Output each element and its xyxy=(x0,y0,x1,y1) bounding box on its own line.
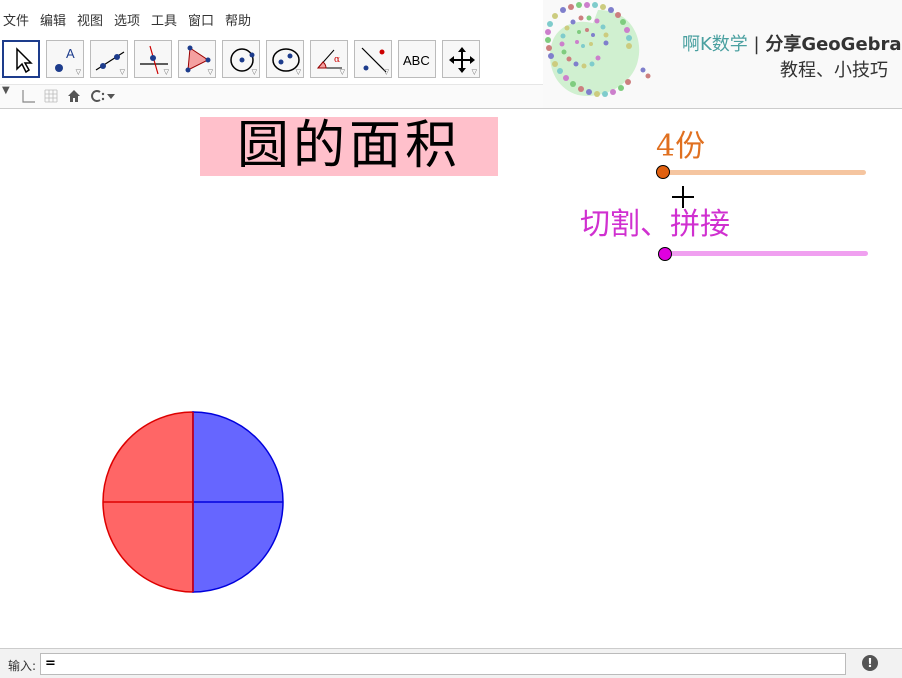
slider-cut-label: 切割、拼接 xyxy=(580,207,730,242)
move-arrow-icon xyxy=(16,47,33,74)
tool-circle[interactable]: ▽ xyxy=(222,40,260,78)
grid-toggle-icon[interactable] xyxy=(43,88,59,107)
menu-window[interactable]: 窗口 xyxy=(188,10,214,29)
slider-cut-thumb[interactable] xyxy=(658,247,672,261)
input-bar: 输入: = ! xyxy=(0,648,902,678)
tool-move-graphics[interactable]: ▽ xyxy=(442,40,480,78)
tool-angle[interactable]: α ▽ xyxy=(310,40,348,78)
dropdown-triangle-icon: ▽ xyxy=(339,68,345,76)
logo-share-text: 分享GeoGebra xyxy=(765,34,902,55)
svg-text:α: α xyxy=(334,55,340,65)
dropdown-triangle-icon: ▽ xyxy=(119,68,125,76)
point-capture-icon[interactable] xyxy=(88,88,118,107)
input-help-icon[interactable]: ! xyxy=(862,655,878,671)
slider-parts-label: 4份 xyxy=(656,129,706,164)
graphics-view[interactable]: 圆的面积 4份 切割、拼接 xyxy=(0,109,902,648)
tool-ellipse[interactable]: ▽ xyxy=(266,40,304,78)
dropdown-triangle-icon: ▽ xyxy=(207,68,213,76)
svg-text:ABC: ABC xyxy=(403,53,430,68)
tool-move[interactable] xyxy=(2,40,40,78)
slider-parts-track[interactable] xyxy=(663,170,866,175)
dropdown-triangle-icon: ▽ xyxy=(251,68,257,76)
input-label: 输入: xyxy=(8,659,37,673)
text-icon: ABC xyxy=(403,53,430,68)
tool-line[interactable]: ▽ xyxy=(90,40,128,78)
spiral-logo-icon xyxy=(545,2,651,97)
dropdown-triangle-icon: ▽ xyxy=(383,68,389,76)
dropdown-triangle-icon: ▽ xyxy=(295,68,301,76)
logo: 啊K数学 | 分享GeoGebra 教程、小技巧 xyxy=(543,0,902,108)
menu-view[interactable]: 视图 xyxy=(77,10,103,29)
algebra-input[interactable]: = xyxy=(40,653,846,675)
tool-reflect[interactable]: ▽ xyxy=(354,40,392,78)
menu-tools[interactable]: 工具 xyxy=(151,10,177,29)
dropdown-triangle-icon: ▽ xyxy=(163,68,169,76)
dropdown-triangle-icon: ▽ xyxy=(471,68,477,76)
stylebar-toggle-icon[interactable]: ▼ xyxy=(2,85,10,96)
axes-toggle-icon[interactable] xyxy=(20,88,36,107)
tool-point[interactable]: A ▽ xyxy=(46,40,84,78)
dropdown-triangle-icon: ▽ xyxy=(75,68,81,76)
logo-tagline: 啊K数学 | 分享GeoGebra xyxy=(682,30,902,56)
menu-options[interactable]: 选项 xyxy=(114,10,140,29)
menu-help[interactable]: 帮助 xyxy=(225,10,251,29)
logo-brand: 啊K数学 xyxy=(682,34,748,55)
menu-file[interactable]: 文件 xyxy=(3,10,29,29)
menu-edit[interactable]: 编辑 xyxy=(40,10,66,29)
logo-subtitle: 教程、小技巧 xyxy=(780,60,888,81)
tool-text[interactable]: ABC xyxy=(398,40,436,78)
crosshair-cursor-icon xyxy=(672,186,694,208)
svg-text:A: A xyxy=(66,46,75,61)
page-title: 圆的面积 xyxy=(200,117,498,176)
divided-circle[interactable] xyxy=(100,409,290,599)
home-icon[interactable] xyxy=(66,88,82,107)
tool-perpendicular[interactable]: ▽ xyxy=(134,40,172,78)
tool-polygon[interactable]: ▽ xyxy=(178,40,216,78)
logo-separator: | xyxy=(747,34,766,55)
slider-parts-thumb[interactable] xyxy=(656,165,670,179)
slider-cut-track[interactable] xyxy=(665,251,868,256)
